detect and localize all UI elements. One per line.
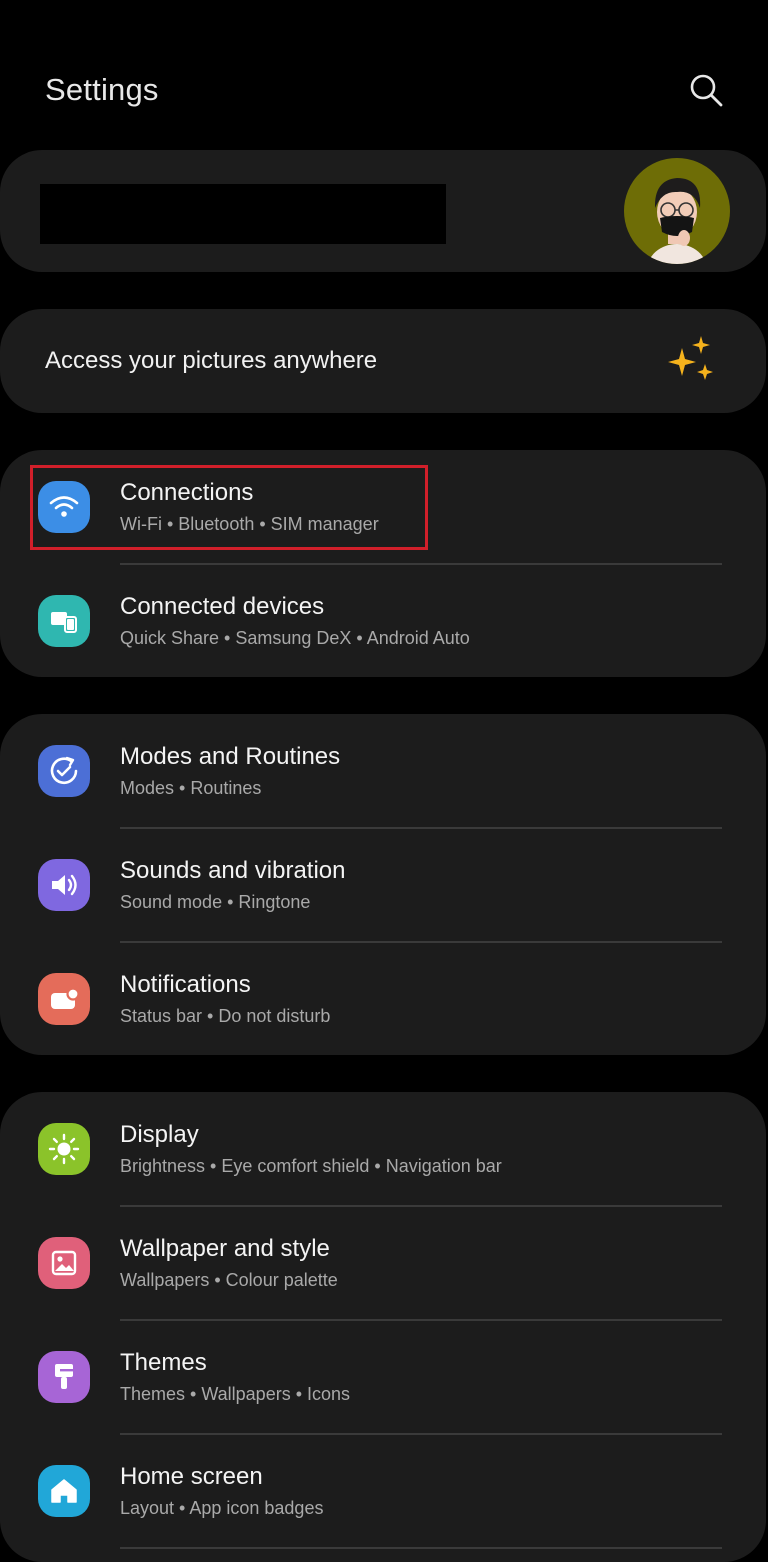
item-title: Themes <box>120 1349 207 1376</box>
app-header: Settings <box>0 0 768 150</box>
wifi-icon <box>38 481 90 533</box>
settings-item-home-screen[interactable]: Home screen Layout • App icon badges <box>0 1434 766 1548</box>
settings-item-connections[interactable]: Connections Wi-Fi • Bluetooth • SIM mana… <box>0 450 766 564</box>
item-subtitle: Sound mode • Ringtone <box>120 892 311 912</box>
image-icon <box>38 1237 90 1289</box>
item-title: Notifications <box>120 971 251 998</box>
settings-item-modes-routines[interactable]: Modes and Routines Modes • Routines <box>0 714 766 828</box>
notification-icon <box>38 973 90 1025</box>
profile-card[interactable] <box>0 150 766 272</box>
account-name-redacted <box>40 184 446 244</box>
paintbrush-icon <box>38 1351 90 1403</box>
settings-group-connectivity: Connections Wi-Fi • Bluetooth • SIM mana… <box>0 450 766 677</box>
settings-item-wallpaper-style[interactable]: Wallpaper and style Wallpapers • Colour … <box>0 1206 766 1320</box>
settings-item-themes[interactable]: Themes Themes • Wallpapers • Icons <box>0 1320 766 1434</box>
item-title: Display <box>120 1121 199 1148</box>
item-subtitle: Wallpapers • Colour palette <box>120 1270 338 1290</box>
settings-group-display: Display Brightness • Eye comfort shield … <box>0 1092 766 1562</box>
settings-item-sounds-vibration[interactable]: Sounds and vibration Sound mode • Ringto… <box>0 828 766 942</box>
settings-group-sound-notify: Modes and Routines Modes • Routines Soun… <box>0 714 766 1055</box>
item-subtitle: Wi-Fi • Bluetooth • SIM manager <box>120 514 379 534</box>
item-subtitle: Brightness • Eye comfort shield • Naviga… <box>120 1156 502 1176</box>
connected-devices-icon <box>38 595 90 647</box>
item-title: Connections <box>120 479 254 506</box>
modes-routines-icon <box>38 745 90 797</box>
item-subtitle: Modes • Routines <box>120 778 262 798</box>
item-title: Sounds and vibration <box>120 857 346 884</box>
home-icon <box>38 1465 90 1517</box>
item-subtitle: Layout • App icon badges <box>120 1498 324 1518</box>
item-subtitle: Status bar • Do not disturb <box>120 1006 331 1026</box>
search-button[interactable] <box>684 68 728 112</box>
item-subtitle: Quick Share • Samsung DeX • Android Auto <box>120 628 470 648</box>
search-icon <box>690 74 723 107</box>
speaker-icon <box>38 859 90 911</box>
item-title: Connected devices <box>120 593 325 620</box>
settings-item-connected-devices[interactable]: Connected devices Quick Share • Samsung … <box>0 564 766 677</box>
item-title: Wallpaper and style <box>120 1235 330 1262</box>
avatar[interactable] <box>624 158 730 264</box>
page-title: Settings <box>45 72 159 107</box>
item-title: Home screen <box>120 1463 263 1490</box>
sun-icon <box>38 1123 90 1175</box>
sparkle-icon <box>668 336 713 380</box>
item-title: Modes and Routines <box>120 743 341 770</box>
promo-text: Access your pictures anywhere <box>45 347 378 374</box>
settings-item-display[interactable]: Display Brightness • Eye comfort shield … <box>0 1092 766 1206</box>
item-subtitle: Themes • Wallpapers • Icons <box>120 1384 351 1404</box>
settings-item-notifications[interactable]: Notifications Status bar • Do not distur… <box>0 942 766 1055</box>
divider <box>120 1547 722 1549</box>
promo-card[interactable]: Access your pictures anywhere <box>0 309 766 413</box>
